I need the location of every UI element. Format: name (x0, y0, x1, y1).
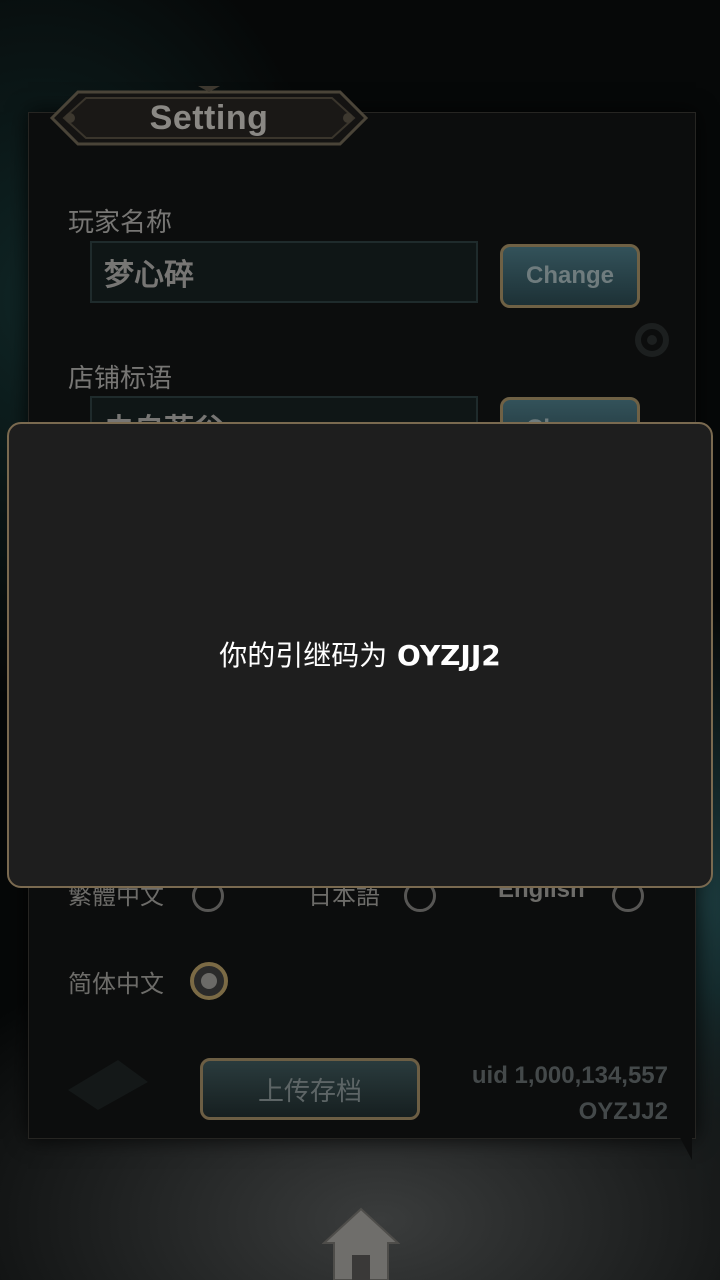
change-name-button[interactable]: Change (500, 244, 640, 308)
transfer-code-dialog[interactable]: 你的引继码为 OYZJJ2 (7, 422, 713, 888)
transfer-code-text: OYZJJ2 (578, 1098, 668, 1125)
card-decoration (68, 1060, 148, 1110)
player-name-value: 梦心碎 (104, 258, 194, 293)
gear-icon (635, 323, 669, 357)
home-icon[interactable] (322, 1205, 400, 1280)
title-plate: Setting (48, 86, 370, 150)
change-name-label: Change (525, 262, 614, 289)
uid-text: uid 1,000,134,557 (471, 1062, 668, 1089)
dialog-message-prefix: 你的引继码为 (219, 639, 388, 672)
dialog-message: 你的引继码为 OYZJJ2 (219, 634, 500, 674)
player-name-label: 玩家名称 (68, 208, 173, 238)
player-name-field[interactable]: 梦心碎 (90, 241, 478, 303)
upload-save-label: 上传存档 (257, 1076, 362, 1107)
upload-save-button[interactable]: 上传存档 (200, 1058, 420, 1120)
panel-tail (676, 1130, 692, 1160)
lang-simplified-label: 简体中文 (68, 970, 164, 998)
dialog-transfer-code: OYZJJ2 (397, 639, 501, 672)
page-title: Setting (149, 98, 269, 137)
lang-simplified-radio[interactable] (190, 962, 228, 1000)
radio-selected-dot (201, 973, 217, 989)
shop-slogan-label: 店铺标语 (68, 364, 173, 394)
